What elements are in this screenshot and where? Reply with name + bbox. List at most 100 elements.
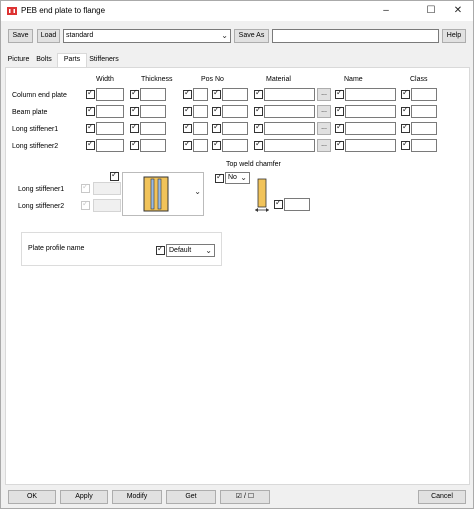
plate-profile-group: Plate profile name Default ⌄ bbox=[21, 232, 222, 266]
thickness-field[interactable] bbox=[140, 88, 166, 101]
class-field[interactable] bbox=[411, 88, 437, 101]
width-field[interactable] bbox=[96, 105, 124, 118]
modify-button[interactable]: Modify bbox=[112, 490, 162, 504]
width-field[interactable] bbox=[96, 88, 124, 101]
plate-profile-select[interactable]: Default ⌄ bbox=[166, 244, 215, 257]
name-field[interactable] bbox=[345, 139, 396, 152]
get-button[interactable]: Get bbox=[166, 490, 216, 504]
pos-number-field[interactable] bbox=[222, 122, 248, 135]
name-field[interactable] bbox=[345, 105, 396, 118]
material-browse-button[interactable]: ... bbox=[317, 105, 331, 118]
dialog-window: PEB end plate to flange – ☐ ✕ Save Load … bbox=[0, 0, 474, 509]
pos-number-field[interactable] bbox=[222, 105, 248, 118]
class-field[interactable] bbox=[411, 105, 437, 118]
pos-number-field[interactable] bbox=[222, 139, 248, 152]
tab-parts[interactable]: Parts bbox=[57, 53, 87, 67]
thickness-field[interactable] bbox=[140, 122, 166, 135]
pos-prefix-field[interactable] bbox=[193, 122, 208, 135]
pos-prefix-checkbox[interactable] bbox=[183, 139, 192, 150]
name-field[interactable] bbox=[345, 88, 396, 101]
class-checkbox[interactable] bbox=[401, 122, 410, 133]
material-field[interactable] bbox=[264, 139, 315, 152]
material-browse-button[interactable]: ... bbox=[317, 139, 331, 152]
name-checkbox[interactable] bbox=[335, 139, 344, 150]
material-browse-button[interactable]: ... bbox=[317, 88, 331, 101]
help-button[interactable]: Help bbox=[442, 29, 466, 43]
class-field[interactable] bbox=[411, 122, 437, 135]
minimize-button[interactable]: – bbox=[371, 1, 401, 21]
ok-button[interactable]: OK bbox=[8, 490, 56, 504]
pos-number-checkbox[interactable] bbox=[212, 105, 221, 116]
thickness-checkbox[interactable] bbox=[130, 88, 139, 99]
pos-number-field[interactable] bbox=[222, 88, 248, 101]
toggle-checkboxes-button[interactable]: ☑ / ☐ bbox=[220, 490, 270, 504]
stiffener1-profile-label: Long stiffener1 bbox=[18, 186, 65, 193]
class-checkbox[interactable] bbox=[401, 88, 410, 99]
stiffener2-profile-field[interactable] bbox=[93, 199, 121, 212]
save-as-button[interactable]: Save As bbox=[234, 29, 269, 43]
material-checkbox[interactable] bbox=[254, 139, 263, 150]
plate-profile-checkbox[interactable] bbox=[156, 244, 165, 255]
class-checkbox[interactable] bbox=[401, 139, 410, 150]
stiffener2-profile-checkbox[interactable] bbox=[81, 199, 90, 210]
name-checkbox[interactable] bbox=[335, 105, 344, 116]
material-field[interactable] bbox=[264, 88, 315, 101]
name-checkbox[interactable] bbox=[335, 122, 344, 133]
stiffener-layout-picker[interactable]: ⌄ bbox=[122, 172, 204, 216]
width-field[interactable] bbox=[96, 139, 124, 152]
maximize-button[interactable]: ☐ bbox=[416, 1, 446, 21]
width-checkbox[interactable] bbox=[86, 88, 95, 99]
stiffener1-profile-checkbox[interactable] bbox=[81, 182, 90, 193]
load-button[interactable]: Load bbox=[37, 29, 60, 43]
profile-picture-checkbox[interactable] bbox=[110, 170, 119, 181]
pos-prefix-checkbox[interactable] bbox=[183, 122, 192, 133]
row-label: Long stiffener1 bbox=[12, 126, 59, 133]
pos-number-checkbox[interactable] bbox=[212, 88, 221, 99]
top-weld-chamfer-checkbox[interactable] bbox=[215, 172, 224, 183]
material-field[interactable] bbox=[264, 105, 315, 118]
stiffener-layout-icon bbox=[143, 176, 169, 212]
close-button[interactable]: ✕ bbox=[443, 1, 473, 21]
thickness-field[interactable] bbox=[140, 139, 166, 152]
pos-prefix-field[interactable] bbox=[193, 139, 208, 152]
class-checkbox[interactable] bbox=[401, 105, 410, 116]
pos-prefix-checkbox[interactable] bbox=[183, 105, 192, 116]
width-checkbox[interactable] bbox=[86, 105, 95, 116]
preset-select[interactable]: standard ⌄ bbox=[63, 29, 231, 43]
save-button[interactable]: Save bbox=[8, 29, 33, 43]
header-class: Class bbox=[410, 76, 428, 83]
thickness-checkbox[interactable] bbox=[130, 139, 139, 150]
material-checkbox[interactable] bbox=[254, 122, 263, 133]
width-checkbox[interactable] bbox=[86, 122, 95, 133]
weld-chamfer-size-field[interactable] bbox=[284, 198, 310, 211]
cancel-button[interactable]: Cancel bbox=[418, 490, 466, 504]
chevron-down-icon: ⌄ bbox=[221, 31, 228, 40]
pos-prefix-checkbox[interactable] bbox=[183, 88, 192, 99]
name-checkbox[interactable] bbox=[335, 88, 344, 99]
tab-picture[interactable]: Picture bbox=[5, 54, 32, 67]
pos-prefix-field[interactable] bbox=[193, 88, 208, 101]
save-as-name-input[interactable] bbox=[272, 29, 439, 43]
pos-number-checkbox[interactable] bbox=[212, 139, 221, 150]
row-label: Beam plate bbox=[12, 109, 48, 116]
material-checkbox[interactable] bbox=[254, 105, 263, 116]
weld-chamfer-size-checkbox[interactable] bbox=[274, 198, 283, 209]
top-weld-chamfer-select[interactable]: No ⌄ bbox=[225, 172, 250, 184]
stiffener1-profile-field[interactable] bbox=[93, 182, 121, 195]
class-field[interactable] bbox=[411, 139, 437, 152]
tab-bolts[interactable]: Bolts bbox=[33, 54, 55, 67]
thickness-checkbox[interactable] bbox=[130, 122, 139, 133]
pos-number-checkbox[interactable] bbox=[212, 122, 221, 133]
material-field[interactable] bbox=[264, 122, 315, 135]
name-field[interactable] bbox=[345, 122, 396, 135]
pos-prefix-field[interactable] bbox=[193, 105, 208, 118]
tab-stiffeners[interactable]: Stiffeners bbox=[87, 54, 121, 67]
material-checkbox[interactable] bbox=[254, 88, 263, 99]
apply-button[interactable]: Apply bbox=[60, 490, 108, 504]
thickness-field[interactable] bbox=[140, 105, 166, 118]
chevron-down-icon: ⌄ bbox=[205, 246, 212, 255]
width-field[interactable] bbox=[96, 122, 124, 135]
width-checkbox[interactable] bbox=[86, 139, 95, 150]
material-browse-button[interactable]: ... bbox=[317, 122, 331, 135]
thickness-checkbox[interactable] bbox=[130, 105, 139, 116]
